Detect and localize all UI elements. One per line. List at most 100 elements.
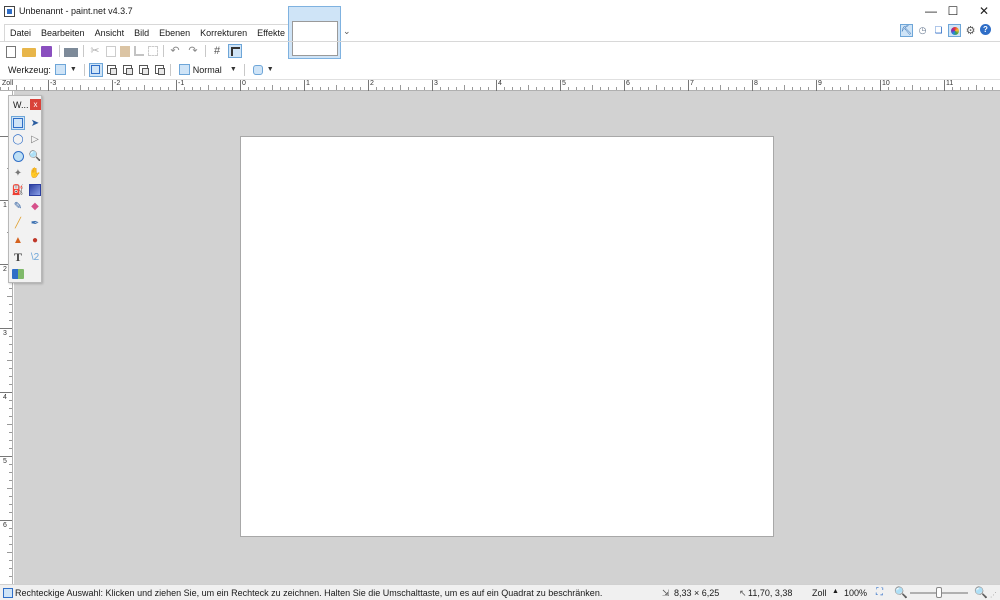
copy-icon[interactable]	[106, 45, 116, 57]
paint-bucket-tool-icon[interactable]: ⛽	[11, 183, 25, 197]
new-icon[interactable]	[6, 45, 16, 58]
paintbrush-tool-icon[interactable]: ✎	[11, 200, 25, 214]
gradient-tool-icon[interactable]	[28, 183, 42, 197]
selection-mode-replace-icon[interactable]	[88, 62, 103, 77]
ruler-minor-tick	[9, 496, 12, 497]
zoom-value[interactable]: 100%	[844, 588, 867, 598]
ruler-minor-tick	[7, 296, 12, 297]
maximize-button[interactable]: ☐	[938, 0, 968, 22]
units-dropdown-icon[interactable]: ▲	[832, 588, 839, 595]
menu-effects[interactable]: Effekte	[252, 25, 290, 41]
ruler-minor-tick	[736, 87, 737, 90]
help-icon[interactable]: ?	[980, 24, 991, 35]
ruler-minor-tick	[704, 87, 705, 90]
grid-icon[interactable]: #	[210, 44, 224, 58]
selection-mode-intersect-icon[interactable]	[137, 63, 151, 77]
zoom-slider-thumb[interactable]	[936, 587, 942, 598]
resize-grip-icon[interactable]: ⋰	[990, 591, 997, 599]
selection-mode-xor-icon[interactable]	[153, 63, 167, 77]
ruler-minor-tick	[280, 87, 281, 90]
shapes-tool-icon[interactable]	[11, 267, 25, 281]
settings-gear-icon[interactable]: ⚙	[964, 24, 977, 37]
toolbar-divider	[59, 45, 60, 57]
ruler-major-tick	[112, 80, 113, 91]
layers-window-toggle-icon[interactable]: ❏	[932, 24, 945, 37]
ruler-tick-label: 6	[626, 80, 630, 87]
ruler-minor-tick	[832, 87, 833, 90]
zoom-tool-icon[interactable]: 🔍	[28, 150, 42, 164]
text-tool-icon[interactable]: T	[11, 250, 25, 264]
ruler-minor-tick	[936, 87, 937, 90]
colors-window-toggle-icon[interactable]	[948, 24, 961, 37]
move-selection-tool-icon[interactable]: ➤	[28, 116, 42, 130]
selection-mode-union-icon[interactable]	[105, 63, 119, 77]
lasso-select-tool-icon[interactable]: ◯	[11, 133, 25, 147]
line-curve-tool-icon[interactable]: \2	[28, 250, 42, 264]
color-picker-tool-icon[interactable]: ✒	[28, 217, 42, 231]
ellipse-select-tool-icon[interactable]	[11, 150, 25, 164]
ruler-tick-label: -2	[114, 80, 121, 87]
canvas-workspace[interactable]	[14, 91, 1000, 584]
open-icon[interactable]	[22, 48, 36, 57]
ruler-minor-tick	[744, 87, 745, 90]
menu-layers[interactable]: Ebenen	[154, 25, 195, 41]
ruler-major-tick	[368, 80, 369, 91]
units-select[interactable]: Zoll	[812, 588, 827, 598]
eraser-tool-icon[interactable]: ◆	[28, 200, 42, 214]
zoom-to-window-icon[interactable]: ⛶	[876, 587, 883, 598]
current-tool-icon[interactable]	[54, 64, 66, 75]
zoom-out-icon[interactable]: 🔍	[894, 586, 908, 599]
zoom-in-icon[interactable]: 🔍	[974, 586, 988, 599]
magic-wand-tool-icon[interactable]: ✦	[11, 166, 25, 180]
ruler-minor-tick	[192, 87, 193, 90]
ruler-minor-tick	[9, 384, 12, 385]
clone-stamp-tool-icon[interactable]: ▲	[11, 234, 25, 248]
pencil-tool-icon[interactable]: ╱	[11, 217, 25, 231]
image-canvas[interactable]	[240, 136, 774, 537]
antialiasing-icon[interactable]	[252, 64, 263, 75]
tools-window[interactable]: W... x ➤ ◯ ▷ 🔍 ✦ ✋ ⛽ ✎ ◆ ╱ ✒ ▲ ● T \2	[8, 95, 42, 283]
save-icon[interactable]	[41, 45, 52, 57]
ruler-tick-label: 1	[306, 80, 310, 87]
menu-edit[interactable]: Bearbeiten	[36, 25, 90, 41]
blend-mode-select[interactable]: Normal	[193, 65, 222, 75]
ruler-minor-tick	[7, 552, 12, 553]
deselect-icon[interactable]	[148, 46, 158, 56]
close-window-button[interactable]: ✕	[969, 0, 999, 22]
blend-mode-dropdown-icon[interactable]: ▼	[230, 66, 237, 73]
ruler-major-tick	[48, 80, 49, 91]
antialiasing-dropdown-icon[interactable]: ▼	[267, 66, 274, 73]
cursor-position-icon: ↖	[739, 588, 747, 598]
tools-window-close-button[interactable]: x	[30, 99, 41, 110]
recolor-tool-icon[interactable]: ●	[28, 234, 42, 248]
undo-icon[interactable]: ↶	[168, 44, 182, 58]
ruler-minor-tick	[952, 87, 953, 90]
rectangle-select-tool-icon[interactable]	[11, 116, 25, 130]
tools-window-toggle-icon[interactable]: ⛏	[900, 24, 913, 37]
history-window-toggle-icon[interactable]: ◷	[916, 24, 929, 37]
paste-icon[interactable]	[120, 45, 130, 57]
menu-adjustments[interactable]: Korrekturen	[195, 25, 252, 41]
ruler-units-label: Zoll	[2, 80, 14, 87]
tool-label: Werkzeug:	[8, 64, 51, 75]
menu-file[interactable]: Datei	[5, 25, 36, 41]
ruler-minor-tick	[160, 87, 161, 90]
menu-image[interactable]: Bild	[129, 25, 154, 41]
redo-icon[interactable]: ↷	[186, 44, 200, 58]
ruler-minor-tick	[9, 512, 12, 513]
cut-icon[interactable]: ✂	[88, 44, 102, 58]
zoom-slider[interactable]	[910, 587, 968, 598]
pan-tool-icon[interactable]: ✋	[28, 166, 42, 180]
ruler-minor-tick	[9, 576, 12, 577]
print-icon[interactable]	[64, 47, 78, 57]
ruler-minor-tick	[976, 85, 977, 90]
selection-mode-exclude-icon[interactable]	[121, 63, 135, 77]
tool-dropdown-icon[interactable]: ▼	[70, 66, 77, 73]
main-toolbar: ✂ ↶ ↷ #	[0, 41, 1000, 60]
image-list-dropdown-icon[interactable]: ⌄	[343, 26, 351, 37]
menu-view[interactable]: Ansicht	[90, 25, 130, 41]
ruler-minor-tick	[7, 488, 12, 489]
crop-icon[interactable]	[134, 46, 144, 56]
rulers-icon[interactable]	[228, 44, 242, 58]
move-selected-tool-icon[interactable]: ▷	[28, 133, 42, 147]
